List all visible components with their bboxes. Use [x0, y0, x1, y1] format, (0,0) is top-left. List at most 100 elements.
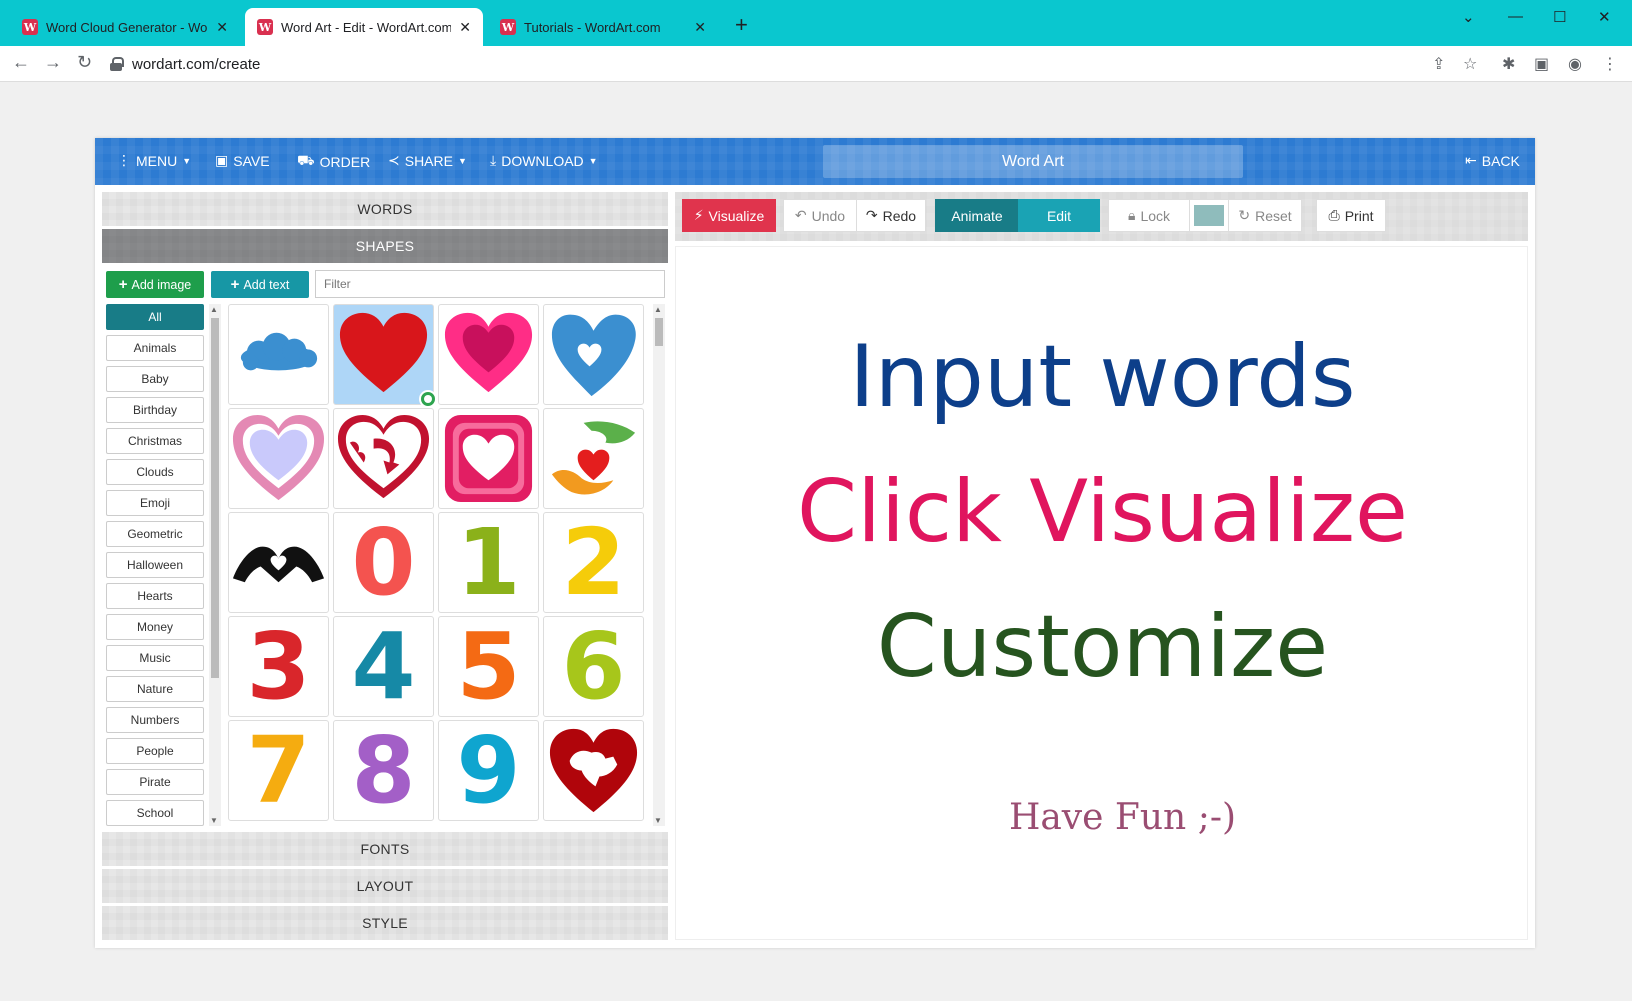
- print-button[interactable]: ⎙ Print: [1316, 199, 1386, 232]
- category-numbers[interactable]: Numbers: [106, 707, 204, 733]
- side-panel-icon[interactable]: ▣: [1534, 54, 1549, 74]
- shape-cell-pink-heart[interactable]: [438, 304, 539, 405]
- back-arrow-icon[interactable]: ←: [12, 52, 30, 73]
- scroll-down-icon[interactable]: ▼: [654, 816, 662, 825]
- wordart-canvas[interactable]: Input words Click Visualize Customize Ha…: [675, 246, 1528, 940]
- close-tab-icon[interactable]: ✕: [216, 19, 228, 36]
- shape-cell-number-9[interactable]: 9: [438, 720, 539, 821]
- tab-search-icon[interactable]: ⌄: [1462, 8, 1475, 26]
- edit-button[interactable]: Edit: [1018, 199, 1100, 232]
- visualize-button[interactable]: ⚡ Visualize: [682, 199, 776, 232]
- shapes-section-button[interactable]: SHAPES: [102, 229, 668, 263]
- category-christmas[interactable]: Christmas: [106, 428, 204, 454]
- add-image-button[interactable]: + Add image: [106, 271, 204, 298]
- shape-cell-blue-heart[interactable]: [543, 304, 644, 405]
- profile-icon[interactable]: ◉: [1568, 54, 1582, 74]
- undo-button[interactable]: ↶ Undo: [783, 199, 857, 232]
- shape-cell-number-4[interactable]: 4: [333, 616, 434, 717]
- minimize-icon[interactable]: —: [1508, 8, 1523, 25]
- shapes-scrollbar[interactable]: ▲ ▼: [653, 304, 665, 826]
- share-button[interactable]: ≺ SHARE ▼: [388, 152, 467, 169]
- kebab-menu-icon[interactable]: ⋮: [1602, 54, 1618, 74]
- category-scrollbar[interactable]: ▲ ▼: [209, 304, 221, 826]
- order-button[interactable]: ⛟ ORDER: [297, 152, 370, 171]
- shape-cell-number-1[interactable]: 1: [438, 512, 539, 613]
- shape-cell-number-8[interactable]: 8: [333, 720, 434, 821]
- category-animals[interactable]: Animals: [106, 335, 204, 361]
- category-emoji[interactable]: Emoji: [106, 490, 204, 516]
- category-pirate[interactable]: Pirate: [106, 769, 204, 795]
- category-nature[interactable]: Nature: [106, 676, 204, 702]
- reset-button[interactable]: ↻ Reset: [1228, 199, 1302, 232]
- share-page-icon[interactable]: ⇪: [1432, 54, 1445, 74]
- style-section-button[interactable]: STYLE: [102, 906, 668, 940]
- browser-toolbar: ← → ↻ wordart.com/create ⇪ ☆ ✱ ▣ ◉ ⋮: [0, 46, 1632, 82]
- number-4-icon: 4: [351, 616, 416, 717]
- magic-wand-icon: ⚡: [693, 207, 704, 223]
- shape-cell-heart-dog[interactable]: [543, 720, 644, 821]
- scroll-down-icon[interactable]: ▼: [210, 816, 218, 825]
- menu-button[interactable]: ⋮ MENU ▼: [117, 152, 191, 169]
- fonts-section-button[interactable]: FONTS: [102, 832, 668, 866]
- lock-button[interactable]: 🔒︎ Lock: [1108, 199, 1190, 232]
- category-birthday[interactable]: Birthday: [106, 397, 204, 423]
- category-hearts[interactable]: Hearts: [106, 583, 204, 609]
- save-button[interactable]: ▣ SAVE: [215, 152, 270, 169]
- category-clouds[interactable]: Clouds: [106, 459, 204, 485]
- words-section-button[interactable]: WORDS: [102, 192, 668, 226]
- add-text-button[interactable]: + Add text: [211, 271, 309, 298]
- shape-cell-cloud[interactable]: [228, 304, 329, 405]
- browser-tab[interactable]: W Word Cloud Generator - WordArt.com ✕: [10, 8, 240, 46]
- category-music[interactable]: Music: [106, 645, 204, 671]
- shape-cell-heart-arrow[interactable]: [333, 408, 434, 509]
- redo-button[interactable]: ↷ Redo: [856, 199, 926, 232]
- close-tab-icon[interactable]: ✕: [694, 19, 706, 36]
- shape-cell-hands-heart-silhouette[interactable]: [228, 512, 329, 613]
- wordart-title-input[interactable]: Word Art: [823, 145, 1243, 178]
- category-school[interactable]: School: [106, 800, 204, 826]
- scrollbar-thumb[interactable]: [655, 318, 663, 346]
- shape-cell-number-3[interactable]: 3: [228, 616, 329, 717]
- shape-cell-number-6[interactable]: 6: [543, 616, 644, 717]
- browser-tab[interactable]: W Tutorials - WordArt.com ✕: [488, 8, 718, 46]
- scrollbar-thumb[interactable]: [211, 318, 219, 678]
- extensions-icon[interactable]: ✱: [1502, 54, 1515, 74]
- close-window-icon[interactable]: ✕: [1598, 8, 1611, 26]
- close-tab-icon[interactable]: ✕: [459, 19, 471, 36]
- shape-cell-red-heart[interactable]: [333, 304, 437, 408]
- bookmark-star-icon[interactable]: ☆: [1463, 54, 1477, 74]
- back-label: BACK: [1481, 152, 1520, 169]
- animate-button[interactable]: Animate: [935, 199, 1019, 232]
- maximize-icon[interactable]: ☐: [1553, 8, 1566, 26]
- reload-icon[interactable]: ↻: [77, 52, 92, 73]
- shape-cell-number-2[interactable]: 2: [543, 512, 644, 613]
- shape-filter-input[interactable]: Filter: [315, 270, 665, 298]
- background-color-button[interactable]: [1189, 199, 1229, 232]
- category-all[interactable]: All: [106, 304, 204, 330]
- category-people[interactable]: People: [106, 738, 204, 764]
- download-button[interactable]: ⤓ DOWNLOAD ▼: [490, 152, 598, 169]
- scroll-up-icon[interactable]: ▲: [210, 305, 218, 314]
- shape-cell-number-0[interactable]: 0: [333, 512, 434, 613]
- category-baby[interactable]: Baby: [106, 366, 204, 392]
- layout-section-button[interactable]: LAYOUT: [102, 869, 668, 903]
- caret-down-icon: ▼: [588, 155, 598, 166]
- new-tab-icon[interactable]: +: [735, 14, 748, 36]
- number-6-icon: 6: [561, 616, 626, 717]
- hands-heart-silhouette-icon: [232, 546, 325, 583]
- gear-icon[interactable]: [419, 390, 437, 408]
- shape-cell-pastel-heart[interactable]: [228, 408, 329, 509]
- shape-cell-number-7[interactable]: 7: [228, 720, 329, 821]
- scroll-up-icon[interactable]: ▲: [654, 305, 662, 314]
- forward-arrow-icon[interactable]: →: [44, 52, 62, 73]
- category-halloween[interactable]: Halloween: [106, 552, 204, 578]
- shape-cell-hands-heart[interactable]: [543, 408, 644, 509]
- address-bar[interactable]: wordart.com/create: [110, 49, 1630, 79]
- category-geometric[interactable]: Geometric: [106, 521, 204, 547]
- category-money[interactable]: Money: [106, 614, 204, 640]
- browser-tab-active[interactable]: W Word Art - Edit - WordArt.com ✕: [245, 8, 483, 46]
- back-button[interactable]: ⇤ BACK: [1465, 152, 1520, 169]
- shape-cell-heart-frame[interactable]: [438, 408, 539, 509]
- shape-cell-number-5[interactable]: 5: [438, 616, 539, 717]
- browser-tab-strip: W Word Cloud Generator - WordArt.com ✕ W…: [0, 0, 1632, 46]
